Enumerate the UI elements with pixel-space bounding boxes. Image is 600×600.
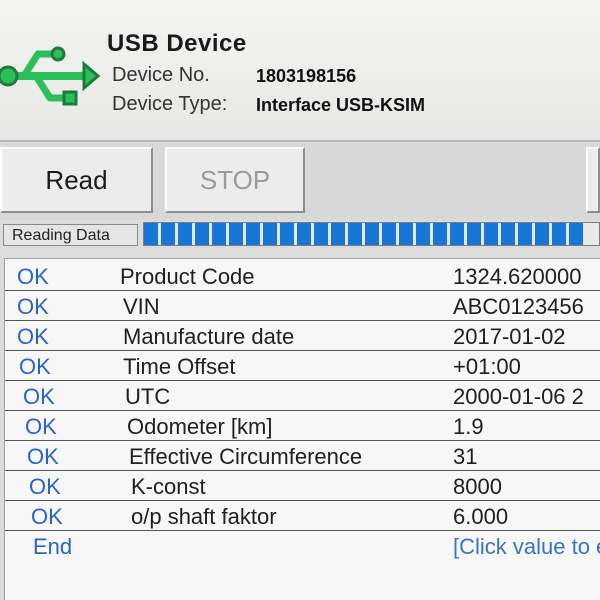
row-name: Effective Circumference (129, 444, 363, 469)
table-row[interactable]: OK Effective Circumference 31 (5, 441, 600, 471)
row-status: OK (19, 354, 51, 379)
table-row[interactable]: OK o/p shaft faktor 6.000 (5, 501, 600, 531)
table-row[interactable]: OK Time Offset +01:00 (5, 351, 600, 381)
table-row[interactable]: OK UTC 2000-01-06 2 (5, 381, 600, 411)
table-row[interactable]: End [Click value to e (5, 531, 600, 561)
row-name: UTC (125, 384, 171, 409)
row-status: OK (25, 414, 57, 439)
row-name: K-const (131, 474, 206, 499)
row-value[interactable]: +01:00 (453, 354, 521, 380)
device-title: USB Device (107, 30, 247, 57)
row-name: o/p shaft faktor (131, 504, 277, 529)
device-number-label: Device No. (112, 64, 210, 86)
toolbar-button-partial[interactable] (586, 147, 600, 213)
row-value[interactable]: ABC0123456 (453, 294, 584, 320)
edit-hint[interactable]: [Click value to e (453, 534, 600, 560)
row-value[interactable]: 2017-01-02 (453, 324, 566, 350)
row-name: VIN (123, 294, 160, 319)
device-header: USB Device Device No. 1803198156 Device … (0, 0, 600, 142)
row-status: End (33, 534, 73, 559)
table-row[interactable]: OK Manufacture date 2017-01-02 (5, 321, 600, 351)
read-button[interactable]: Read (0, 147, 153, 213)
table-row[interactable]: OK Odometer [km] 1.9 (5, 411, 600, 441)
table-row[interactable]: OK VIN ABC0123456 (5, 291, 600, 321)
row-value[interactable]: 1.9 (453, 414, 484, 440)
row-value[interactable]: 2000-01-06 2 (453, 384, 584, 410)
row-status: OK (27, 444, 59, 469)
device-type-label: Device Type: (112, 93, 228, 115)
stop-button[interactable]: STOP (165, 147, 305, 213)
row-status: OK (23, 384, 55, 409)
data-list: OK Product Code 1324.620000 OK VIN ABC0123456… (4, 258, 600, 600)
row-status: OK (17, 264, 49, 289)
row-status: OK (31, 504, 63, 529)
row-value[interactable]: 31 (453, 444, 477, 470)
progress-bar (143, 222, 600, 246)
table-row[interactable]: OK Product Code 1324.620000 (5, 261, 600, 291)
usb-icon (0, 46, 100, 106)
status-label: Reading Data (3, 224, 138, 246)
row-status: OK (29, 474, 61, 499)
row-name: Manufacture date (123, 324, 295, 349)
row-value[interactable]: 8000 (453, 474, 502, 500)
device-type-value: Interface USB-KSIM (256, 95, 426, 115)
row-status: OK (17, 324, 49, 349)
row-name: Product Code (120, 264, 255, 289)
device-number-value: 1803198156 (256, 66, 357, 86)
row-status: OK (17, 294, 49, 319)
row-name: Time Offset (123, 354, 236, 379)
row-name: Odometer [km] (127, 414, 273, 439)
progress-fill (144, 223, 586, 245)
row-value[interactable]: 1324.620000 (453, 264, 581, 290)
row-value[interactable]: 6.000 (453, 504, 508, 530)
table-row[interactable]: OK K-const 8000 (5, 471, 600, 501)
